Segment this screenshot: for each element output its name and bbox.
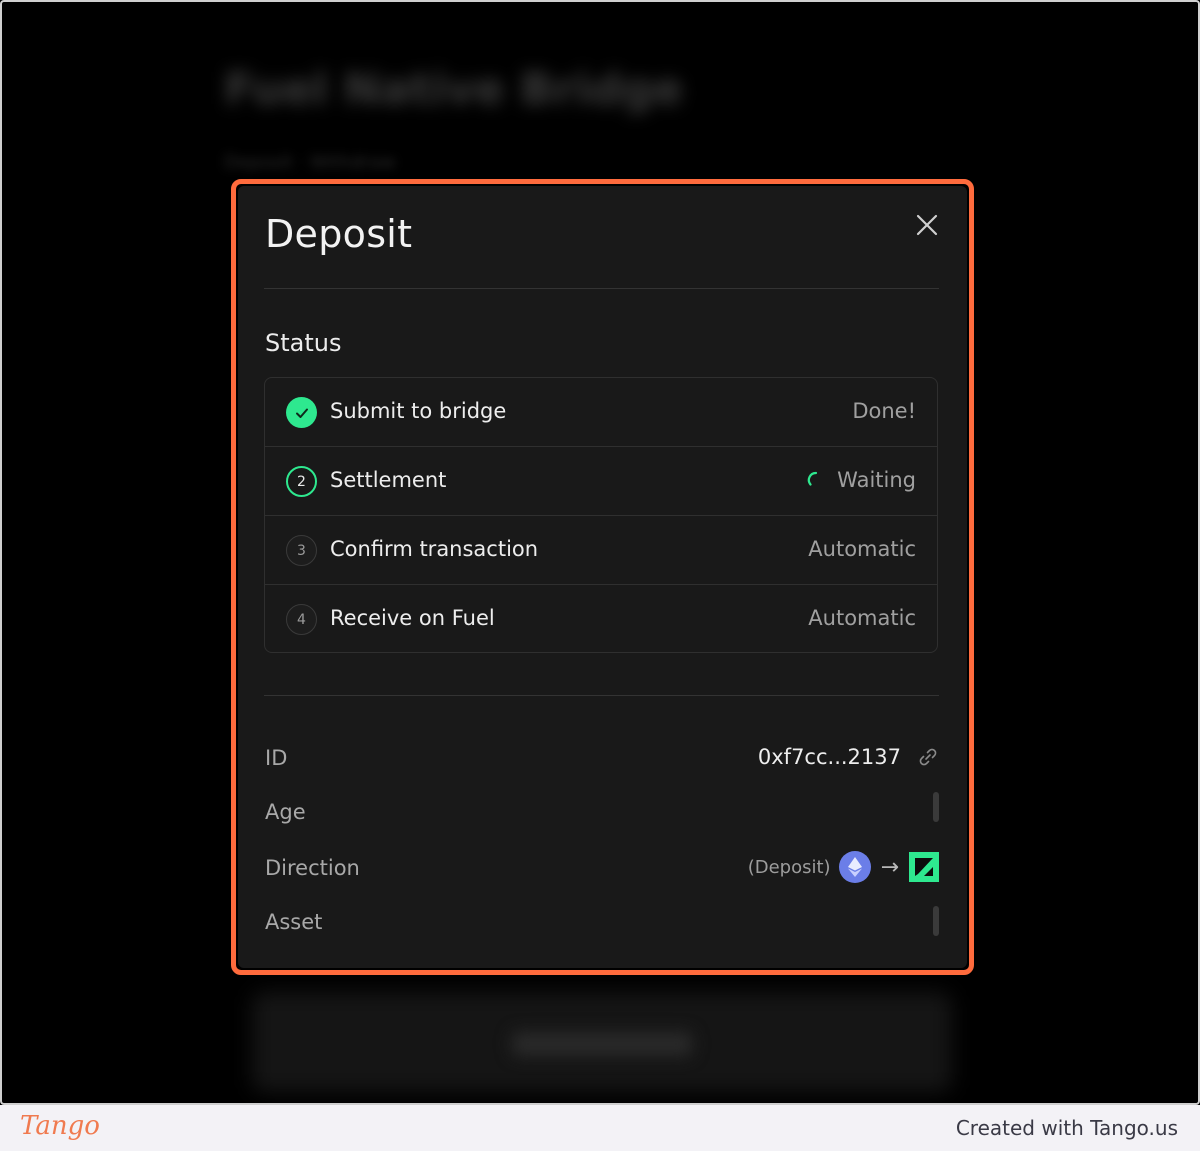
- footer-bar: Tango Created with Tango.us: [0, 1105, 1200, 1151]
- age-loading-skeleton: [933, 792, 939, 822]
- fuel-icon: [909, 852, 939, 882]
- step-number-badge: 2: [286, 466, 317, 497]
- step-status: Automatic: [808, 537, 916, 561]
- step-status: Done!: [852, 399, 916, 423]
- tango-logo: Tango: [20, 1111, 100, 1141]
- step-receive-on-fuel: 4 Receive on Fuel Automatic: [265, 585, 937, 652]
- close-icon[interactable]: [912, 210, 942, 240]
- step-settlement: 2 Settlement Waiting: [265, 447, 937, 516]
- step-label: Confirm transaction: [330, 537, 539, 561]
- close-button[interactable]: [912, 210, 942, 240]
- info-divider: [264, 695, 939, 696]
- step-status-text: Waiting: [837, 468, 916, 492]
- age-label: Age: [265, 800, 306, 824]
- asset-loading-skeleton: [933, 906, 939, 936]
- background-page-title: Fuel Native Bridge: [224, 64, 684, 115]
- transaction-id: 0xf7cc...2137: [757, 745, 901, 769]
- background-page-subtitle: Deposit · Withdraw: [224, 152, 396, 173]
- status-heading: Status: [265, 329, 342, 357]
- id-value-row: 0xf7cc...2137: [758, 745, 939, 769]
- ethereum-icon: [838, 851, 871, 883]
- step-status: Automatic: [808, 606, 916, 630]
- footer-credit: Created with Tango.us: [955, 1116, 1178, 1140]
- step-done-badge: [286, 397, 317, 428]
- step-label: Submit to bridge: [330, 399, 507, 423]
- deposit-modal: Deposit Status Submit to bridge Done! 2 …: [238, 186, 967, 968]
- check-icon: [295, 408, 308, 418]
- step-number-badge: 4: [286, 604, 317, 635]
- spinner-icon: [807, 471, 818, 486]
- step-confirm-transaction: 3 Confirm transaction Automatic: [265, 516, 937, 585]
- status-steps-list: Submit to bridge Done! 2 Settlement Wait…: [264, 377, 938, 653]
- link-icon[interactable]: [917, 746, 939, 768]
- header-divider: [264, 288, 939, 289]
- modal-title: Deposit: [265, 212, 413, 256]
- step-submit-to-bridge: Submit to bridge Done!: [265, 378, 937, 447]
- asset-label: Asset: [265, 910, 323, 934]
- app-window: Fuel Native Bridge Deposit · Withdraw De…: [0, 0, 1200, 1105]
- step-number-badge: 3: [286, 535, 317, 566]
- step-status: Waiting: [807, 468, 916, 492]
- step-label: Settlement: [330, 468, 447, 492]
- direction-text: (Deposit): [747, 856, 831, 878]
- arrow-right-icon: →: [880, 854, 899, 880]
- step-status-text: Automatic: [808, 537, 916, 561]
- step-label: Receive on Fuel: [330, 606, 495, 630]
- background-panel-label: [512, 1032, 692, 1056]
- step-status-text: Automatic: [808, 606, 916, 630]
- direction-value-row: (Deposit) →: [748, 851, 939, 883]
- id-label: ID: [265, 746, 288, 770]
- direction-label: Direction: [265, 856, 360, 880]
- step-status-text: Done!: [852, 399, 916, 423]
